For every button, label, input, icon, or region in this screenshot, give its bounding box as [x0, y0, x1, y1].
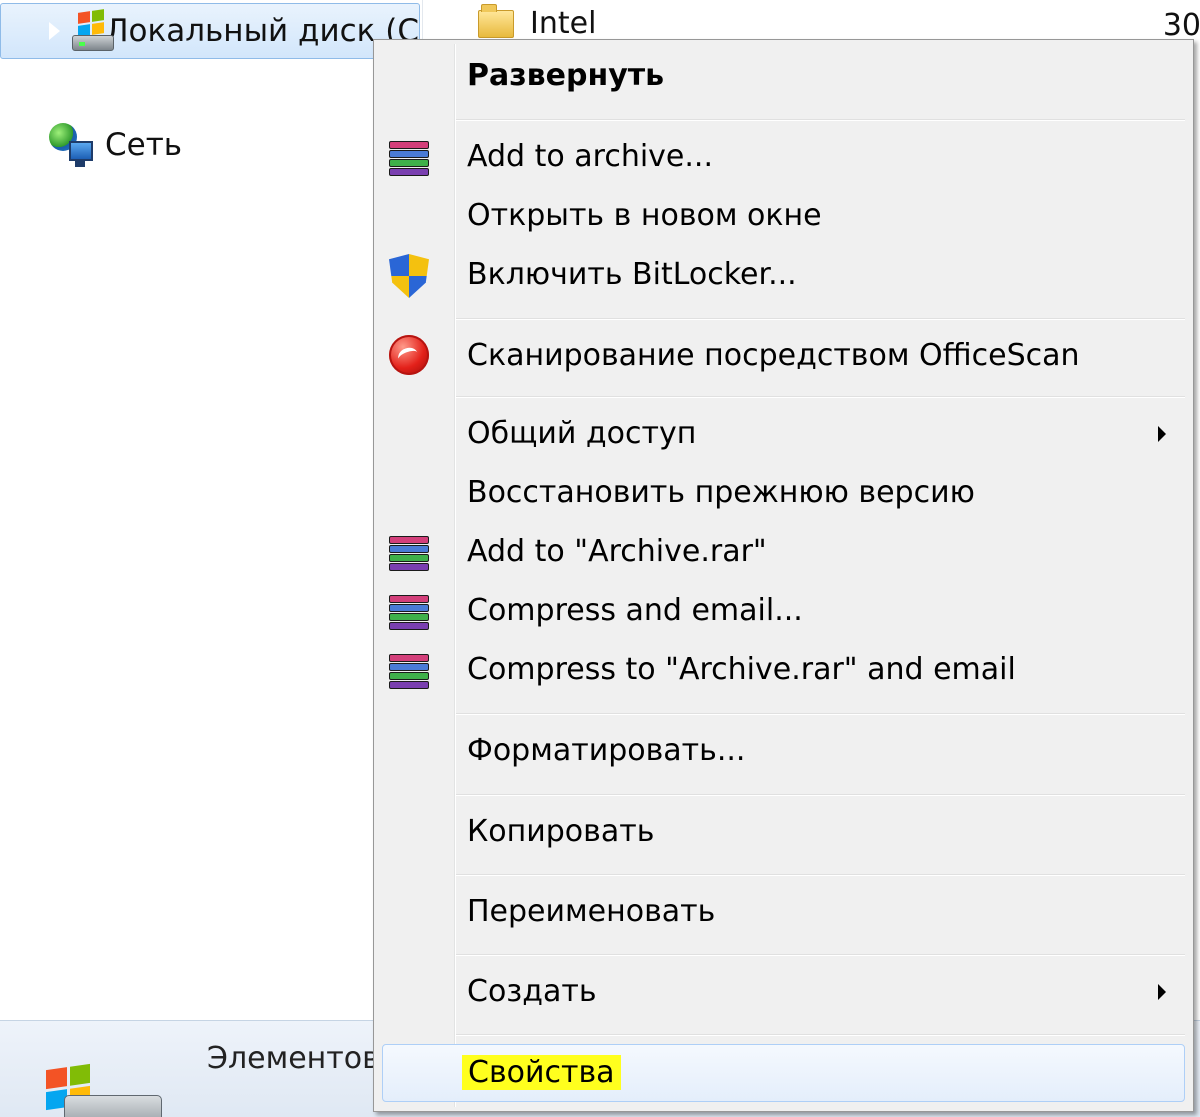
menu-item-label: Compress to "Archive.rar" and email — [467, 652, 1016, 687]
menu-separator — [456, 396, 1185, 397]
menu-item-compress-email[interactable]: Compress and email... — [377, 582, 1190, 640]
context-menu: Развернуть Add to archive... Открыть в н… — [373, 39, 1194, 1112]
tree-item-network[interactable]: Сеть — [18, 117, 182, 173]
menu-item-label: Восстановить прежнюю версию — [467, 475, 975, 510]
explorer-window: Локальный диск (С Сеть Intel 30 Элементо… — [0, 0, 1200, 1117]
menu-separator — [456, 119, 1185, 120]
menu-item-officescan[interactable]: Сканирование посредством OfficeScan — [377, 327, 1190, 385]
navigation-pane: Локальный диск (С Сеть — [0, 0, 420, 1020]
windows-drive-icon — [72, 9, 114, 51]
menu-item-new[interactable]: Создать — [377, 963, 1190, 1021]
menu-item-share[interactable]: Общий доступ — [377, 405, 1190, 463]
menu-item-label: Создать — [467, 974, 597, 1009]
menu-item-label: Add to "Archive.rar" — [467, 534, 767, 569]
menu-item-label: Compress and email... — [467, 593, 803, 628]
menu-separator — [456, 318, 1185, 319]
menu-separator — [456, 1034, 1185, 1035]
menu-item-format[interactable]: Форматировать... — [377, 722, 1190, 780]
menu-item-copy[interactable]: Копировать — [377, 803, 1190, 861]
menu-item-properties[interactable]: Свойства — [382, 1044, 1185, 1102]
menu-separator — [456, 874, 1185, 875]
winrar-icon — [389, 649, 433, 693]
date-modified: 30 — [1162, 8, 1200, 43]
menu-separator — [456, 713, 1185, 714]
menu-item-add-to-archive-rar[interactable]: Add to "Archive.rar" — [377, 523, 1190, 581]
menu-separator — [456, 954, 1185, 955]
menu-item-label: Форматировать... — [467, 733, 746, 768]
menu-item-label: Копировать — [467, 814, 655, 849]
menu-item-label: Свойства — [462, 1053, 621, 1093]
item-count-label: Элементов — [207, 1041, 380, 1076]
winrar-icon — [389, 590, 433, 634]
uac-shield-icon — [389, 254, 429, 298]
menu-item-label: Включить BitLocker... — [467, 257, 797, 292]
menu-item-add-to-archive[interactable]: Add to archive... — [377, 128, 1190, 186]
local-disk-label: Локальный диск (С — [105, 13, 419, 49]
expand-arrow-icon[interactable] — [24, 134, 37, 156]
submenu-arrow-icon — [1158, 426, 1166, 442]
menu-item-open-new-window[interactable]: Открыть в новом окне — [377, 187, 1190, 245]
winrar-icon — [389, 531, 433, 575]
menu-item-label: Развернуть — [467, 58, 665, 93]
menu-item-label: Add to archive... — [467, 139, 713, 174]
winrar-icon — [389, 136, 433, 180]
menu-item-label: Общий доступ — [467, 416, 697, 451]
menu-item-label: Открыть в новом окне — [467, 198, 822, 233]
menu-item-bitlocker[interactable]: Включить BitLocker... — [377, 246, 1190, 304]
menu-separator — [456, 794, 1185, 795]
folder-name: Intel — [530, 6, 597, 41]
menu-item-label: Сканирование посредством OfficeScan — [467, 338, 1080, 373]
menu-item-restore-version[interactable]: Восстановить прежнюю версию — [377, 464, 1190, 522]
network-icon — [49, 123, 93, 167]
menu-item-label: Переименовать — [467, 894, 716, 929]
file-row[interactable]: Intel — [478, 3, 597, 41]
expand-arrow-icon[interactable] — [47, 20, 60, 42]
officescan-icon — [389, 335, 429, 375]
submenu-arrow-icon — [1158, 984, 1166, 1000]
tree-item-local-disk[interactable]: Локальный диск (С — [0, 3, 420, 59]
menu-item-compress-rar-email[interactable]: Compress to "Archive.rar" and email — [377, 641, 1190, 699]
menu-item-expand[interactable]: Развернуть — [377, 47, 1190, 105]
highlight-marker: Свойства — [462, 1055, 621, 1090]
network-label: Сеть — [105, 127, 183, 163]
drive-large-icon — [44, 1063, 162, 1117]
menu-item-rename[interactable]: Переименовать — [377, 883, 1190, 941]
folder-icon — [478, 3, 514, 38]
